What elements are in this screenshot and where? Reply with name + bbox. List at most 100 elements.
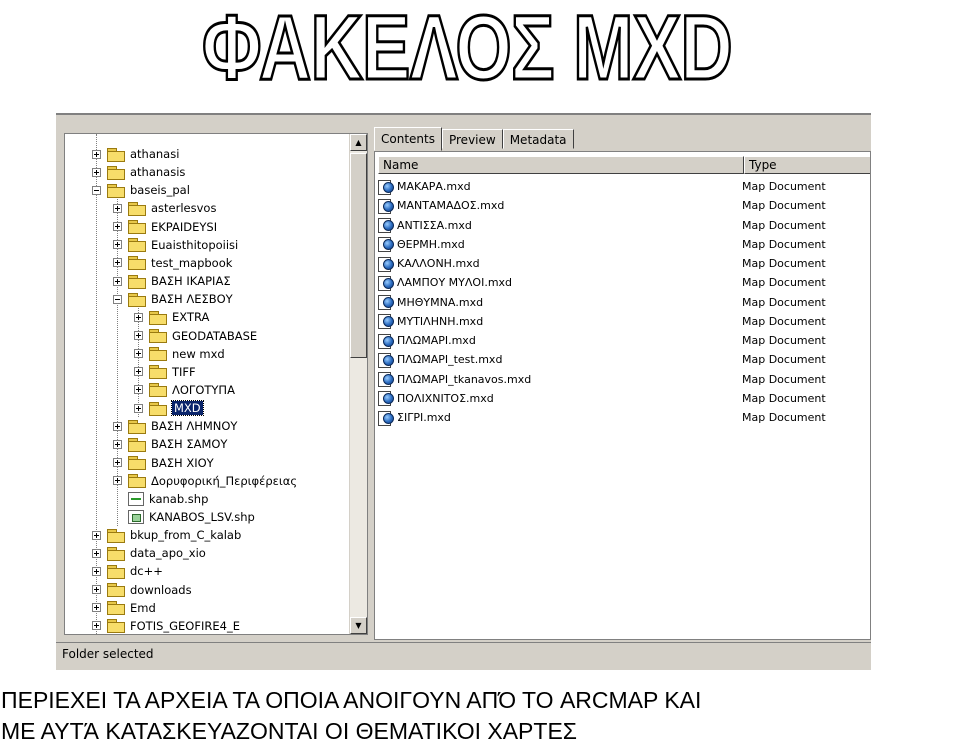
catalog-tree[interactable]: athanasi athanasis baseis_pal asterlesvos EK… (64, 133, 368, 635)
collapse-icon[interactable] (113, 294, 122, 304)
tree-item-label: bkup_from_C_kalab (130, 528, 242, 543)
tree-item-label: TIFF (172, 364, 196, 379)
folder-icon (128, 238, 146, 253)
expand-icon[interactable] (92, 167, 101, 177)
file-type: Map Document (742, 295, 826, 309)
tree-item[interactable]: MXD (134, 399, 204, 417)
tree-item[interactable]: FOTIS_GEOFIRE4_E (92, 617, 240, 634)
scroll-down-button[interactable]: ▼ (350, 617, 367, 634)
tree-item[interactable]: new mxd (134, 345, 225, 363)
expand-icon[interactable] (92, 566, 101, 576)
tree-vertical-scrollbar[interactable]: ▲ ▼ (349, 134, 367, 634)
tree-item[interactable]: bkup_from_C_kalab (92, 526, 241, 544)
map-document-icon (378, 198, 394, 214)
tree-item[interactable]: ΒΑΣΗ ΙΚΑΡΙΑΣ (113, 272, 231, 290)
tree-item[interactable]: TIFF (134, 363, 196, 381)
tree-item[interactable]: Emd (92, 599, 156, 617)
column-header-name[interactable]: Name (378, 156, 744, 174)
file-row[interactable]: ΠΛΩΜΑΡΙ_test.mxd (378, 350, 502, 369)
folder-icon (107, 528, 125, 543)
page-title-text: ΦΑΚΕΛΟΣ MXD (202, 0, 732, 88)
page-title: ΦΑΚΕΛΟΣ MXD (201, 0, 735, 88)
expand-icon[interactable] (113, 458, 122, 468)
tree-item[interactable]: dc++ (92, 562, 163, 580)
file-name: ΚΑΛΛΟΝΗ.mxd (397, 257, 480, 270)
expand-icon[interactable] (134, 367, 143, 377)
expand-icon[interactable] (113, 222, 122, 232)
tree-item[interactable]: EXTRA (134, 308, 209, 326)
tree-item[interactable]: baseis_pal (92, 181, 190, 199)
tab-contents[interactable]: Contents (374, 127, 442, 151)
tree-item[interactable]: EKPAIDEYSI (113, 218, 217, 236)
expand-icon[interactable] (92, 621, 101, 631)
expand-icon[interactable] (113, 276, 122, 286)
file-row[interactable]: ΑΝΤΙΣΣΑ.mxd (378, 216, 472, 235)
file-row[interactable]: ΠΛΩΜΑΡΙ.mxd (378, 331, 476, 350)
tab-metadata[interactable]: Metadata (502, 129, 574, 149)
file-type: Map Document (742, 372, 826, 386)
expand-icon[interactable] (92, 548, 101, 558)
tree-item[interactable]: athanasi (92, 145, 179, 163)
expand-icon[interactable] (113, 476, 122, 486)
expand-icon[interactable] (92, 530, 101, 540)
expand-icon[interactable] (134, 312, 143, 322)
column-header-type[interactable]: Type (744, 156, 870, 174)
tree-item[interactable]: athanasis (92, 163, 185, 181)
tree-item-label: kanab.shp (149, 491, 209, 506)
file-row[interactable]: ΘΕΡΜΗ.mxd (378, 235, 465, 254)
tree-item[interactable]: ΛΟΓΟΤΥΠΑ (134, 381, 235, 399)
folder-icon (149, 365, 167, 380)
tree-item[interactable]: ΒΑΣΗ ΧΙΟΥ (113, 454, 214, 472)
view-tabs: Contents Preview Metadata (374, 127, 574, 151)
collapse-icon[interactable] (92, 185, 101, 195)
tree-item[interactable]: downloads (92, 581, 192, 599)
file-row[interactable]: ΜΗΘΥΜΝΑ.mxd (378, 293, 483, 312)
expand-icon[interactable] (113, 240, 122, 250)
expand-icon[interactable] (113, 439, 122, 449)
folder-icon (107, 183, 125, 198)
tree-item[interactable]: ΒΑΣΗ ΛΗΜΝΟΥ (113, 417, 237, 435)
tree-item[interactable]: asterlesvos (113, 199, 216, 217)
file-row[interactable]: ΜΑΝΤΑΜΑΔΟΣ.mxd (378, 196, 504, 215)
file-row[interactable]: ΚΑΛΛΟΝΗ.mxd (378, 254, 480, 273)
file-row[interactable]: ΜΥΤΙΛΗΝΗ.mxd (378, 312, 483, 331)
folder-icon (149, 401, 167, 416)
file-row[interactable]: ΠΛΩΜΑΡΙ_tkanavos.mxd (378, 370, 531, 389)
tree-item[interactable]: Euaisthitopoiisi (113, 236, 238, 254)
expand-icon[interactable] (134, 331, 143, 340)
tree-item[interactable]: Δορυφορική_Περιφέρειας (113, 472, 297, 490)
tree-item[interactable]: ΒΑΣΗ ΛΕΣΒΟΥ (113, 290, 233, 308)
folder-icon (107, 546, 125, 561)
tree-item-label: ΒΑΣΗ ΣΑΜΟΥ (151, 437, 228, 452)
expand-icon[interactable] (113, 203, 122, 213)
scroll-up-button[interactable]: ▲ (350, 134, 367, 151)
tree-item[interactable]: kanab.shp (113, 490, 208, 508)
expand-icon[interactable] (134, 385, 143, 395)
scroll-thumb[interactable] (350, 153, 367, 358)
file-name: ΠΛΩΜΑΡΙ.mxd (397, 334, 476, 347)
contents-list[interactable]: Name Type ΜΑΚΑΡΑ.mxd Map Document ΜΑΝΤΑΜΑΔ… (374, 151, 871, 640)
file-row[interactable]: ΠΟΛΙΧΝΙΤΟΣ.mxd (378, 389, 494, 408)
tab-preview[interactable]: Preview (441, 129, 503, 149)
expand-icon[interactable] (113, 258, 122, 268)
file-type: Map Document (742, 199, 826, 213)
file-row[interactable]: ΣΙΓΡΙ.mxd (378, 408, 451, 427)
expand-icon[interactable] (92, 585, 101, 595)
tree-item[interactable]: data_apo_xio (92, 544, 206, 562)
expand-icon[interactable] (92, 603, 101, 613)
tree-item[interactable]: KANABOS_LSV.shp (113, 508, 255, 526)
expand-icon[interactable] (134, 349, 143, 359)
expand-icon[interactable] (113, 421, 122, 431)
tree-item[interactable]: ΒΑΣΗ ΣΑΜΟΥ (113, 435, 227, 453)
tree-item[interactable]: test_mapbook (113, 254, 232, 272)
tree-item-label: GEODATABASE (172, 328, 258, 343)
map-document-icon (378, 372, 394, 387)
file-row[interactable]: ΜΑΚΑΡΑ.mxd (378, 177, 471, 196)
map-document-icon (378, 410, 394, 426)
expand-icon[interactable] (134, 403, 143, 413)
map-document-icon (378, 352, 394, 368)
caption-line-2: ΜΕ ΑΥΤΆ ΚΑΤΑΣΚΕΥΑΖΟΝΤΑΙ ΟΙ ΘΕΜΑΤΙΚΟΙ ΧΑΡ… (1, 718, 577, 744)
expand-icon[interactable] (92, 149, 101, 159)
tree-item[interactable]: GEODATABASE (134, 327, 257, 345)
file-row[interactable]: ΛΑΜΠΟΥ ΜΥΛΟΙ.mxd (378, 273, 512, 292)
